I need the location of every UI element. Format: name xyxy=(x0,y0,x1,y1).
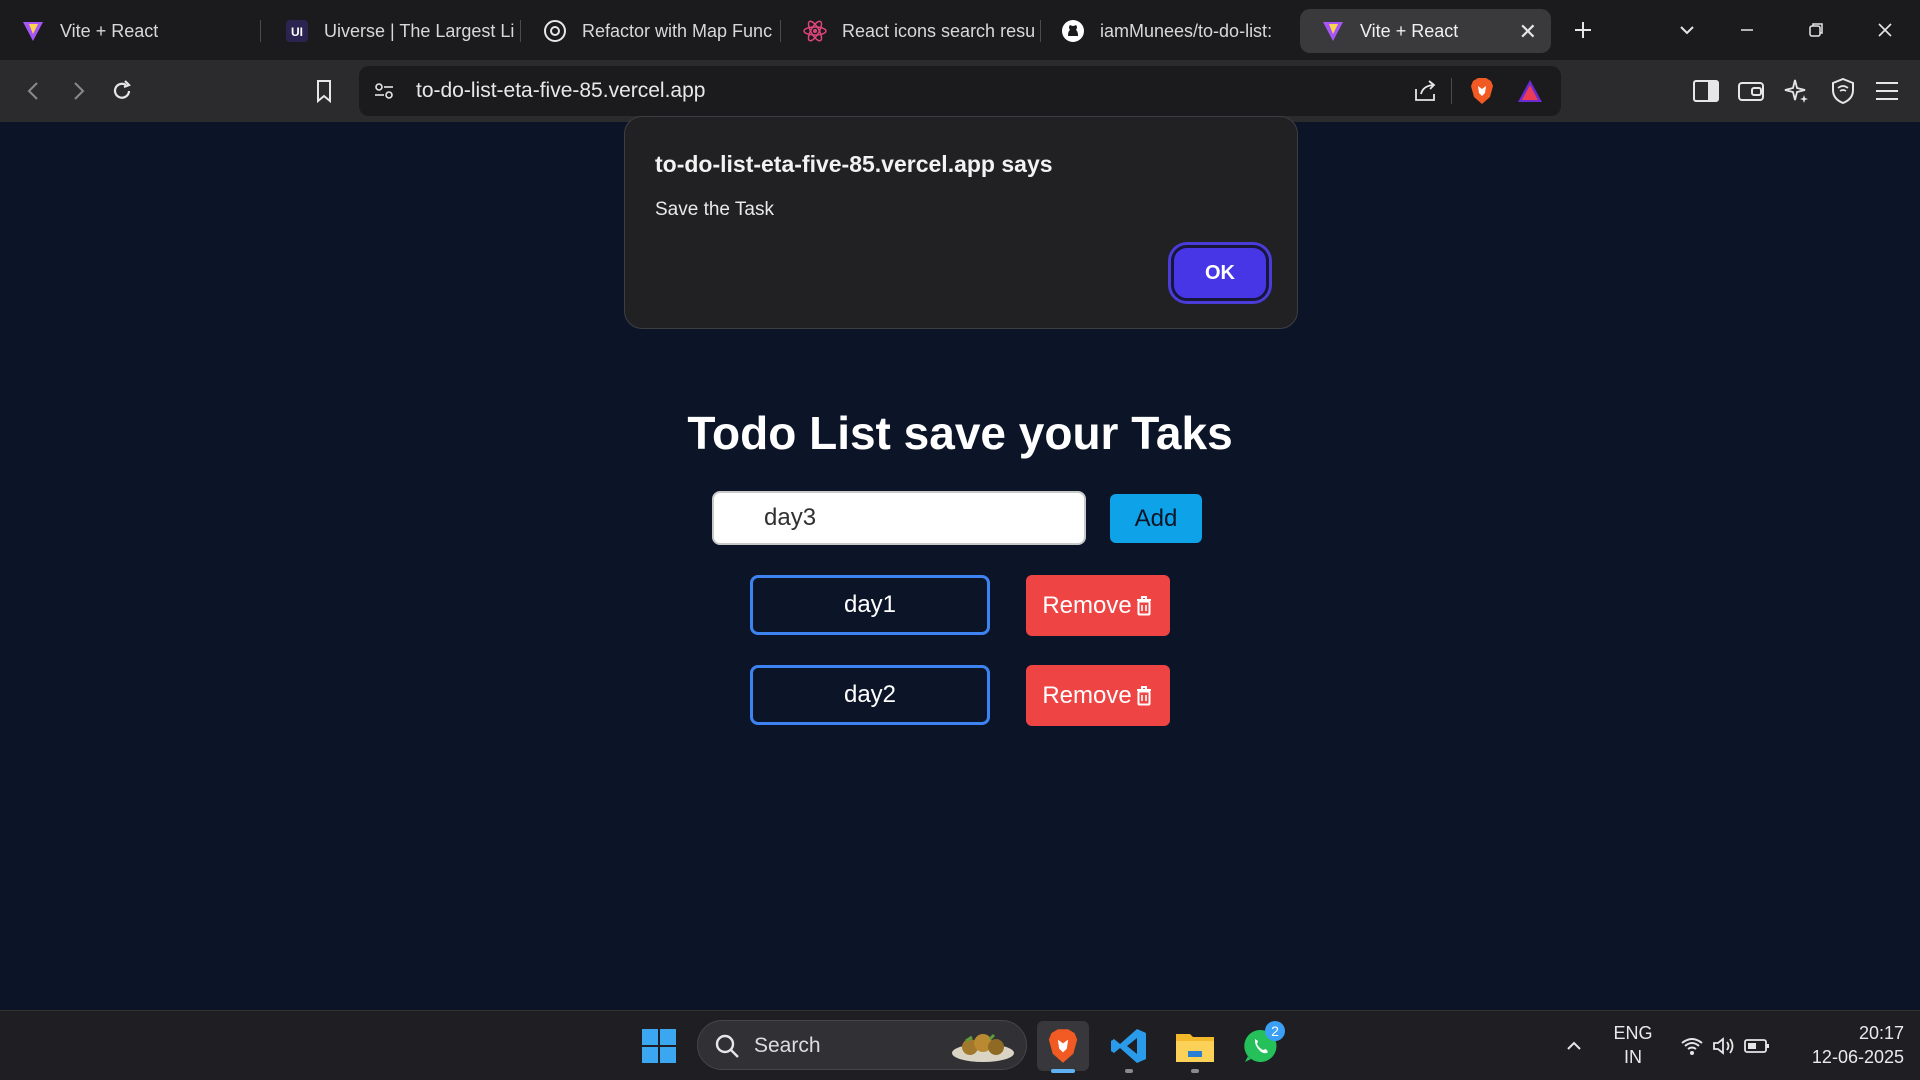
restore-icon[interactable] xyxy=(1796,10,1836,50)
region-label: IN xyxy=(1624,1047,1642,1067)
tab-title: Uiverse | The Largest Li xyxy=(324,20,515,41)
brave-rewards-icon[interactable] xyxy=(1517,79,1543,108)
tab-title: Vite + React xyxy=(1360,20,1459,41)
tab-title: iamMunees/to-do-list: xyxy=(1100,20,1273,41)
minimize-icon[interactable] xyxy=(1727,10,1767,50)
alert-dialog: to-do-list-eta-five-85.vercel.app says S… xyxy=(624,116,1298,329)
tab-separator xyxy=(520,20,521,42)
dialog-title: to-do-list-eta-five-85.vercel.app says xyxy=(655,151,1053,177)
clock-date: 12-06-2025 xyxy=(1811,1047,1904,1067)
browser-tab[interactable]: iamMunees/to-do-list: xyxy=(1040,9,1294,53)
whatsapp-icon[interactable]: 2 xyxy=(1235,1021,1287,1071)
wifi-icon xyxy=(1680,1036,1704,1056)
github-icon xyxy=(1060,18,1086,44)
remove-label: Remove xyxy=(1042,681,1132,709)
url-text[interactable]: to-do-list-eta-five-85.vercel.app xyxy=(416,79,705,103)
svg-text:UI: UI xyxy=(291,25,303,39)
react-icon xyxy=(802,18,828,44)
sidebar-toggle-icon[interactable] xyxy=(1686,71,1726,111)
tab-strip: Vite + React UI Uiverse | The Largest Li… xyxy=(0,0,1920,60)
browser-tab-active[interactable]: Vite + React ✕ xyxy=(1300,9,1551,53)
file-explorer-icon[interactable] xyxy=(1169,1021,1221,1073)
add-button[interactable]: Add xyxy=(1110,494,1202,543)
search-icon xyxy=(714,1033,740,1064)
brave-shields-icon[interactable] xyxy=(1469,77,1495,110)
vite-icon xyxy=(1320,18,1346,44)
close-tab-icon[interactable]: ✕ xyxy=(1519,19,1537,45)
running-app-indicator xyxy=(1125,1069,1133,1073)
tab-title: Refactor with Map Func xyxy=(582,20,773,41)
menu-icon[interactable] xyxy=(1867,71,1907,111)
tab-list-chevron-icon[interactable] xyxy=(1667,10,1707,50)
trash-icon xyxy=(1134,685,1154,707)
language-label: ENG xyxy=(1613,1023,1653,1043)
clock-time: 20:17 xyxy=(1858,1023,1904,1043)
share-icon[interactable] xyxy=(1413,79,1439,108)
new-tab-icon[interactable] xyxy=(1563,10,1603,50)
windows-start-icon[interactable] xyxy=(633,1021,685,1071)
page-title: Todo List save your Taks xyxy=(687,407,1233,459)
browser-tab[interactable]: React icons search resu xyxy=(782,9,1040,53)
task-input[interactable] xyxy=(712,491,1086,545)
input-language[interactable]: ENG IN xyxy=(1600,1023,1666,1068)
back-icon[interactable] xyxy=(14,71,54,111)
tab-separator xyxy=(780,20,781,42)
vpn-shield-icon[interactable] xyxy=(1823,71,1863,111)
vite-icon xyxy=(20,18,46,44)
clock[interactable]: 20:17 12-06-2025 xyxy=(1786,1023,1904,1068)
vscode-icon[interactable] xyxy=(1103,1021,1155,1073)
wallet-icon[interactable] xyxy=(1731,71,1771,111)
show-hidden-icons-chevron-icon[interactable] xyxy=(1549,1021,1599,1071)
running-app-indicator xyxy=(1191,1069,1199,1073)
brave-browser-icon[interactable] xyxy=(1037,1021,1089,1073)
browser-tab[interactable]: Refactor with Map Func xyxy=(522,9,780,53)
address-bar-divider xyxy=(1451,78,1452,104)
browser-toolbar: to-do-list-eta-five-85.vercel.app xyxy=(0,60,1920,122)
ok-button[interactable]: OK xyxy=(1171,245,1269,301)
forward-icon[interactable] xyxy=(58,71,98,111)
browser-tab[interactable]: Vite + React xyxy=(0,9,258,53)
browser-tab[interactable]: UI Uiverse | The Largest Li xyxy=(264,9,516,53)
system-tray-status[interactable] xyxy=(1668,1021,1782,1071)
battery-icon xyxy=(1744,1038,1770,1054)
search-label: Search xyxy=(754,1034,821,1057)
reload-icon[interactable] xyxy=(102,71,142,111)
remove-button[interactable]: Remove xyxy=(1026,665,1170,726)
food-icon xyxy=(950,1025,1016,1070)
trash-icon xyxy=(1134,595,1154,617)
active-app-indicator xyxy=(1051,1069,1075,1073)
volume-icon xyxy=(1712,1036,1736,1056)
bookmark-icon[interactable] xyxy=(304,71,344,111)
task-item[interactable]: day2 xyxy=(750,665,990,725)
site-settings-icon[interactable] xyxy=(373,80,395,107)
notification-badge: 2 xyxy=(1265,1021,1285,1041)
uiverse-icon: UI xyxy=(284,18,310,44)
dialog-message: Save the Task xyxy=(655,199,775,220)
remove-button[interactable]: Remove xyxy=(1026,575,1170,636)
taskbar-search[interactable]: Search xyxy=(697,1020,1027,1070)
task-item[interactable]: day1 xyxy=(750,575,990,635)
close-window-icon[interactable] xyxy=(1865,10,1905,50)
chatgpt-icon xyxy=(542,18,568,44)
address-bar[interactable]: to-do-list-eta-five-85.vercel.app xyxy=(359,66,1561,116)
leo-ai-icon[interactable] xyxy=(1777,71,1817,111)
windows-taskbar: Search 2 ENG IN 20:17 12-06-2025 xyxy=(0,1010,1920,1080)
tab-title: Vite + React xyxy=(60,20,159,41)
tab-title: React icons search resu xyxy=(842,20,1036,41)
remove-label: Remove xyxy=(1042,591,1132,619)
tab-separator xyxy=(260,20,261,42)
